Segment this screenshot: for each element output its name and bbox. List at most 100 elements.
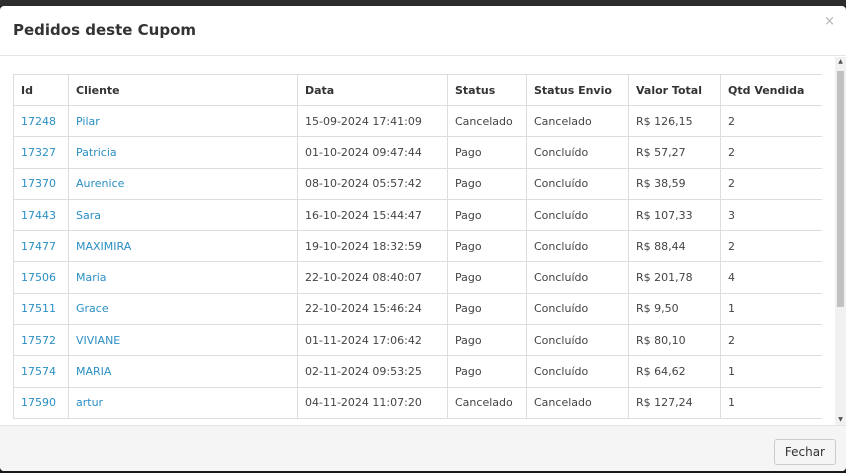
cell-status: Pago: [447, 324, 527, 357]
customer-link[interactable]: Pilar: [76, 115, 100, 128]
modal-header: Pedidos deste Cupom ×: [0, 6, 846, 56]
customer-link[interactable]: Sara: [76, 209, 101, 222]
cell-status-envio: Concluído: [526, 136, 629, 169]
cell-valor-total: R$ 88,44: [628, 230, 721, 263]
cell-valor-total: R$ 57,27: [628, 136, 721, 169]
cell-status-envio: Concluído: [526, 230, 629, 263]
table-row: 17327 Patricia 01-10-2024 09:47:44 Pago Conc…: [13, 136, 822, 169]
cell-data: 08-10-2024 05:57:42: [297, 167, 448, 200]
cell-data: 01-11-2024 17:06:42: [297, 324, 448, 357]
order-id-link[interactable]: 17590: [21, 396, 56, 409]
customer-link[interactable]: MARIA: [76, 365, 111, 378]
cell-id: 17477: [13, 230, 69, 263]
customer-link[interactable]: Grace: [76, 302, 109, 315]
cell-valor-total: R$ 9,50: [628, 292, 721, 326]
cell-cliente: Pilar: [68, 104, 298, 138]
cell-valor-total: R$ 127,24: [628, 386, 721, 419]
table-row: 17511 Grace 22-10-2024 15:46:24 Pago Concluí…: [13, 292, 822, 326]
cell-valor-total: R$ 64,62: [628, 355, 721, 388]
cell-status-envio: Cancelado: [526, 386, 629, 419]
cell-cliente: MAXIMIRA: [68, 230, 298, 263]
modal-footer: Fechar: [0, 425, 846, 471]
cell-cliente: Patricia: [68, 136, 298, 169]
cell-status-envio: Cancelado: [526, 104, 629, 138]
order-id-link[interactable]: 17572: [21, 334, 56, 347]
cell-status-envio: Concluído: [526, 198, 629, 232]
table-row: 17572 VIVIANE 01-11-2024 17:06:42 Pago Concl…: [13, 324, 822, 357]
cell-data: [297, 417, 448, 419]
table-row: 17248 Pilar 15-09-2024 17:41:09 Cancelado Ca…: [13, 104, 822, 138]
header-valor-total: Valor Total: [628, 74, 721, 106]
cell-status-envio: Concluído: [526, 261, 629, 294]
cell-qtd-vendida: 2: [720, 136, 822, 169]
cell-status: Cancelado: [447, 104, 527, 138]
table-row: [13, 417, 822, 419]
cell-id: 17572: [13, 324, 69, 357]
cell-id: 17443: [13, 198, 69, 232]
cell-valor-total: R$ 80,10: [628, 324, 721, 357]
cell-cliente: artur: [68, 386, 298, 419]
cell-valor-total: R$ 201,78: [628, 261, 721, 294]
cell-qtd-vendida: 3: [720, 198, 822, 232]
scroll-up-icon[interactable]: ▲: [835, 57, 846, 67]
modal-scrollbar[interactable]: ▲ ▼: [835, 57, 846, 425]
customer-link[interactable]: VIVIANE: [76, 334, 120, 347]
cell-valor-total: R$ 126,15: [628, 104, 721, 138]
order-id-link[interactable]: 17477: [21, 240, 56, 253]
cell-status: Pago: [447, 261, 527, 294]
scroll-down-icon[interactable]: ▼: [835, 415, 846, 425]
cell-status: Pago: [447, 136, 527, 169]
cell-data: 16-10-2024 15:44:47: [297, 198, 448, 232]
customer-link[interactable]: artur: [76, 396, 103, 409]
table-row: 17370 Aurenice 08-10-2024 05:57:42 Pago Conc…: [13, 167, 822, 200]
order-id-link[interactable]: 17574: [21, 365, 56, 378]
cell-status: Pago: [447, 230, 527, 263]
order-id-link[interactable]: 17248: [21, 115, 56, 128]
cell-cliente: Maria: [68, 261, 298, 294]
customer-link[interactable]: MAXIMIRA: [76, 240, 131, 253]
cell-qtd-vendida: 2: [720, 230, 822, 263]
order-id-link[interactable]: 17370: [21, 177, 56, 190]
order-id-link[interactable]: 17511: [21, 302, 56, 315]
header-status-envio: Status Envio: [526, 74, 629, 106]
cell-data: 02-11-2024 09:53:25: [297, 355, 448, 388]
cell-cliente: [68, 417, 298, 419]
cell-status-envio: [526, 417, 629, 419]
header-data: Data: [297, 74, 448, 106]
table-row: 17443 Sara 16-10-2024 15:44:47 Pago Concluíd…: [13, 198, 822, 232]
cell-cliente: Grace: [68, 292, 298, 326]
cell-data: 01-10-2024 09:47:44: [297, 136, 448, 169]
order-id-link[interactable]: 17506: [21, 271, 56, 284]
cell-status: [447, 417, 527, 419]
table-row: 17506 Maria 22-10-2024 08:40:07 Pago Concluí…: [13, 261, 822, 294]
cell-id: 17248: [13, 104, 69, 138]
cell-cliente: Sara: [68, 198, 298, 232]
orders-table-container: Id Cliente Data Status Status Envio Valo…: [13, 74, 822, 419]
customer-link[interactable]: Aurenice: [76, 177, 124, 190]
cell-id: 17574: [13, 355, 69, 388]
modal-body: Id Cliente Data Status Status Envio Valo…: [0, 57, 846, 419]
order-id-link[interactable]: 17443: [21, 209, 56, 222]
modal-title: Pedidos deste Cupom: [13, 21, 197, 39]
orders-table: Id Cliente Data Status Status Envio Valo…: [13, 74, 822, 419]
orders-modal: Pedidos deste Cupom × Id Cliente Data St…: [0, 6, 846, 471]
cell-id: [13, 417, 69, 419]
cell-valor-total: R$ 38,59: [628, 167, 721, 200]
cell-cliente: MARIA: [68, 355, 298, 388]
cell-qtd-vendida: 1: [720, 386, 822, 419]
cell-status: Pago: [447, 292, 527, 326]
header-cliente: Cliente: [68, 74, 298, 106]
cell-cliente: Aurenice: [68, 167, 298, 200]
scroll-thumb[interactable]: [837, 71, 844, 307]
order-id-link[interactable]: 17327: [21, 146, 56, 159]
cell-id: 17327: [13, 136, 69, 169]
cell-qtd-vendida: 1: [720, 355, 822, 388]
cell-data: 15-09-2024 17:41:09: [297, 104, 448, 138]
table-row: 17477 MAXIMIRA 19-10-2024 18:32:59 Pago Conc…: [13, 230, 822, 263]
cell-data: 22-10-2024 15:46:24: [297, 292, 448, 326]
cell-id: 17506: [13, 261, 69, 294]
close-button[interactable]: Fechar: [773, 439, 836, 465]
customer-link[interactable]: Patricia: [76, 146, 117, 159]
close-icon[interactable]: ×: [824, 14, 835, 29]
customer-link[interactable]: Maria: [76, 271, 107, 284]
